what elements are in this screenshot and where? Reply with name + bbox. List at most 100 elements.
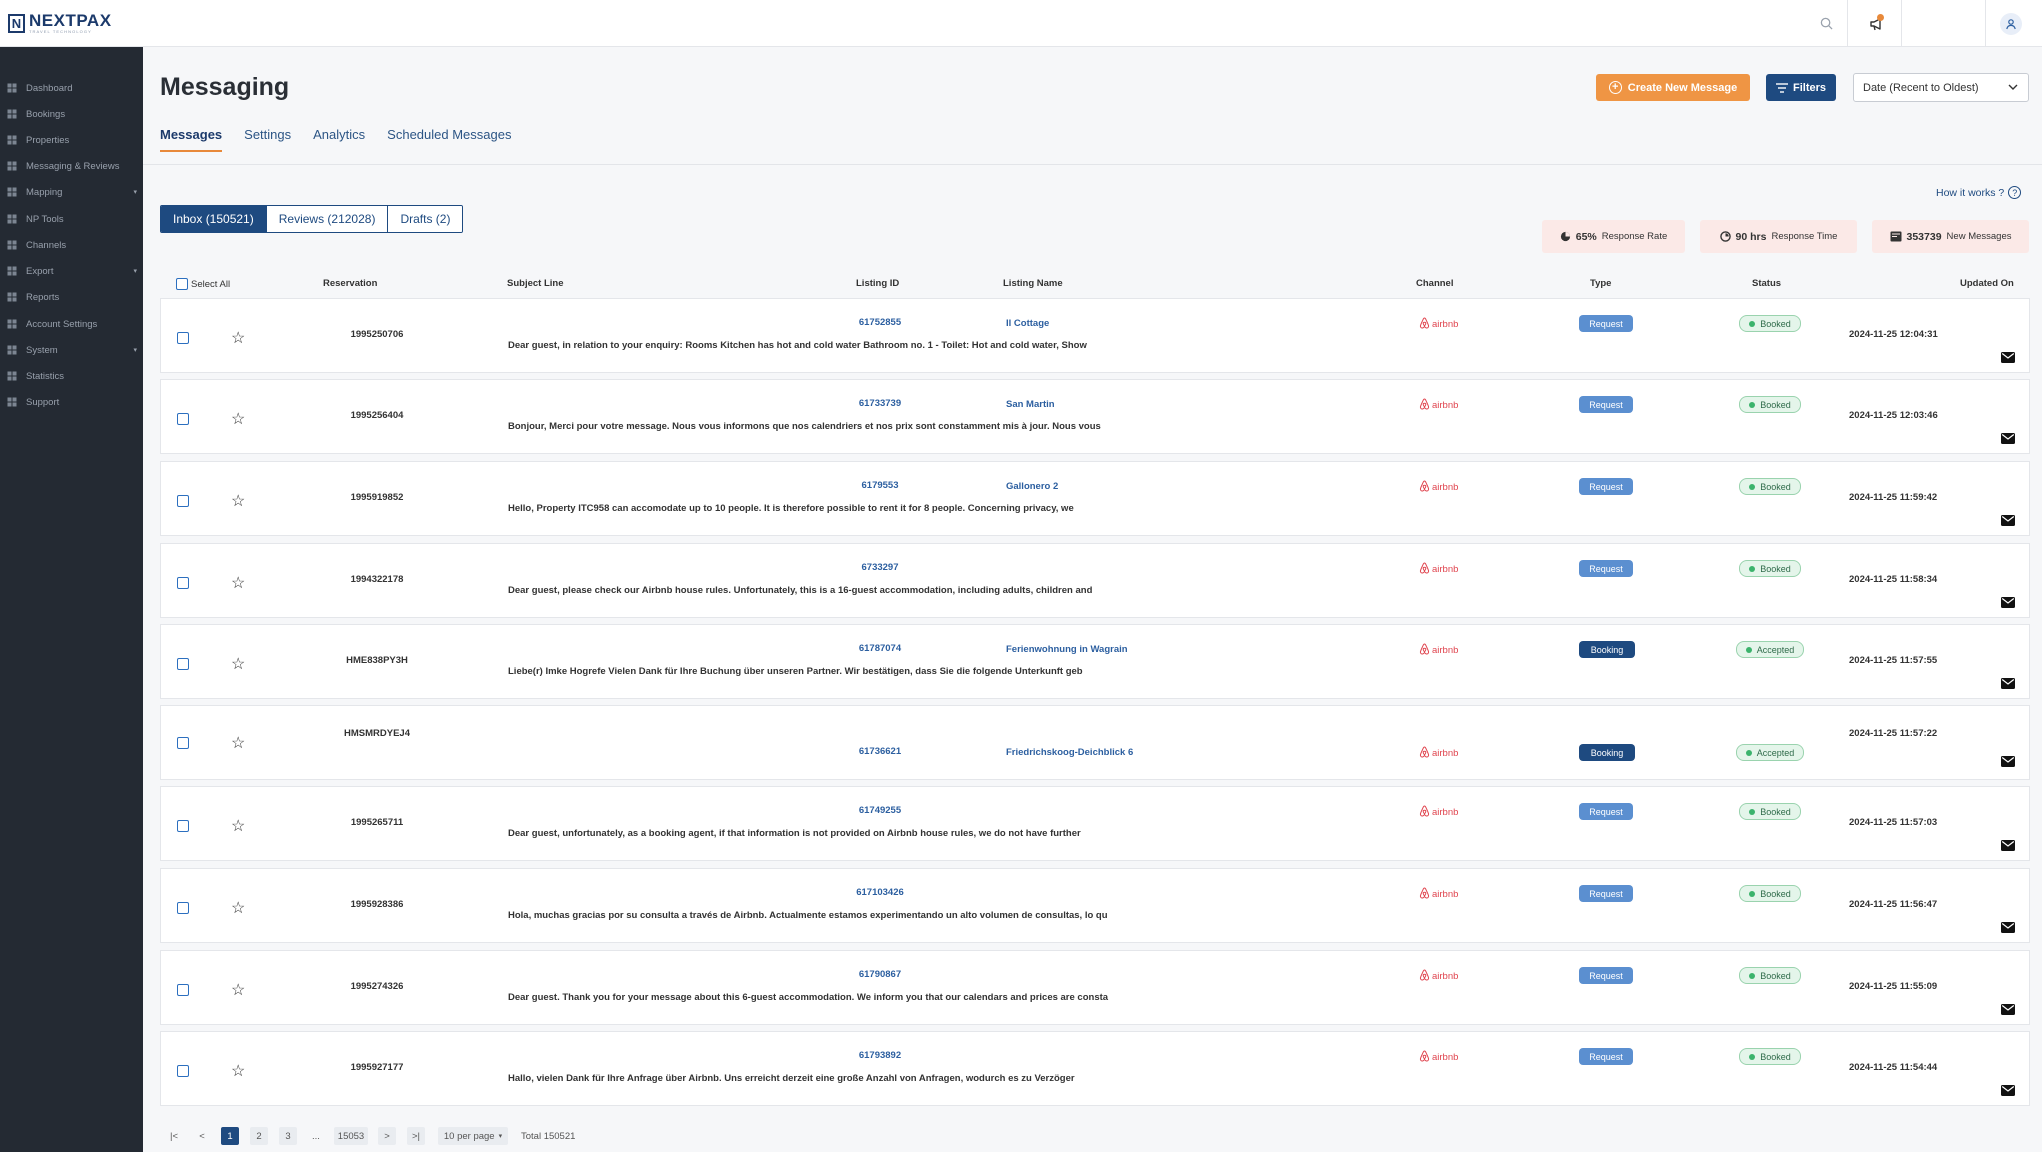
row-checkbox[interactable] — [177, 737, 189, 749]
header-listing-name[interactable]: Listing Name — [1003, 278, 1063, 289]
table-row[interactable]: ☆ 1994322178 6733297 Dear guest, please che… — [160, 543, 2030, 618]
next-page-button[interactable]: > — [378, 1127, 396, 1145]
page-2-button[interactable]: 2 — [250, 1127, 268, 1145]
star-icon[interactable]: ☆ — [231, 657, 245, 673]
header-status[interactable]: Status — [1752, 278, 1781, 289]
star-icon[interactable]: ☆ — [231, 331, 245, 347]
listing-id-link[interactable]: 617103426 — [850, 887, 910, 898]
per-page-select[interactable]: 10 per page ▾ — [438, 1127, 508, 1145]
row-checkbox[interactable] — [177, 984, 189, 996]
star-icon[interactable]: ☆ — [231, 819, 245, 835]
star-icon[interactable]: ☆ — [231, 494, 245, 510]
sidebar-item-export[interactable]: Export ▾ — [0, 260, 143, 282]
table-row[interactable]: ☆ 1995274326 61790867 Dear guest. Thank you… — [160, 950, 2030, 1025]
row-checkbox[interactable] — [177, 577, 189, 589]
header-updated-on[interactable]: Updated On — [1960, 278, 2014, 289]
page-1-button[interactable]: 1 — [221, 1127, 239, 1145]
listing-name-link[interactable]: Il Cottage — [1006, 318, 1049, 329]
subject-line[interactable]: Liebe(r) Imke Hogrefe Vielen Dank für Ih… — [508, 666, 1083, 677]
subject-line[interactable]: Hello, Property ITC958 can accomodate up… — [508, 503, 1074, 514]
tab-messages[interactable]: Messages — [160, 127, 223, 152]
megaphone-icon[interactable] — [1867, 0, 1887, 47]
reservation-id[interactable]: HMSMRDYEJ4 — [317, 728, 437, 739]
table-row[interactable]: ☆ 1995928386 617103426 Hola, muchas gracias… — [160, 868, 2030, 943]
subject-line[interactable]: Dear guest, please check our Airbnb hous… — [508, 585, 1092, 596]
user-menu[interactable] — [1999, 0, 2023, 47]
mail-icon[interactable] — [2001, 1002, 2015, 1020]
sort-select[interactable]: Date (Recent to Oldest) — [1853, 73, 2029, 102]
sidebar-item-system[interactable]: System ▾ — [0, 339, 143, 361]
prev-page-button[interactable]: < — [194, 1127, 210, 1145]
sidebar-item-messaging-reviews[interactable]: Messaging & Reviews — [0, 155, 143, 177]
listing-id-link[interactable]: 61790867 — [850, 969, 910, 980]
header-type[interactable]: Type — [1590, 278, 1611, 289]
reservation-id[interactable]: 1995928386 — [317, 899, 437, 910]
mail-icon[interactable] — [2001, 431, 2015, 449]
sidebar-item-channels[interactable]: Channels — [0, 234, 143, 256]
header-subject-line[interactable]: Subject Line — [507, 278, 563, 289]
mail-icon[interactable] — [2001, 350, 2015, 368]
table-row[interactable]: ☆ HMSMRDYEJ4 61736621 Friedrichskoog-Deichb… — [160, 705, 2030, 780]
row-checkbox[interactable] — [177, 495, 189, 507]
sidebar-item-mapping[interactable]: Mapping ▾ — [0, 181, 143, 203]
folder-inbox[interactable]: Inbox (150521) — [161, 206, 266, 232]
header-channel[interactable]: Channel — [1416, 278, 1453, 289]
listing-name-link[interactable]: San Martin — [1006, 399, 1055, 410]
table-row[interactable]: ☆ 1995256404 61733739 San Martin Bonjour, Me… — [160, 379, 2030, 454]
mail-icon[interactable] — [2001, 754, 2015, 772]
row-checkbox[interactable] — [177, 658, 189, 670]
sidebar-item-np-tools[interactable]: NP Tools — [0, 208, 143, 230]
row-checkbox[interactable] — [177, 902, 189, 914]
sidebar-item-statistics[interactable]: Statistics — [0, 365, 143, 387]
star-icon[interactable]: ☆ — [231, 736, 245, 752]
search-icon[interactable] — [1816, 0, 1836, 47]
sidebar-item-support[interactable]: Support — [0, 391, 143, 413]
how-it-works-link[interactable]: How it works ? ? — [1936, 186, 2022, 199]
listing-id-link[interactable]: 61736621 — [850, 746, 910, 757]
table-row[interactable]: ☆ 1995250706 61752855 Il Cottage Dear guest,… — [160, 298, 2030, 373]
mail-icon[interactable] — [2001, 1083, 2015, 1101]
table-row[interactable]: ☆ 1995265711 61749255 Dear guest, unfortuna… — [160, 786, 2030, 861]
reservation-id[interactable]: 1995265711 — [317, 817, 437, 828]
tab-scheduled-messages[interactable]: Scheduled Messages — [387, 127, 511, 152]
reservation-id[interactable]: 1995256404 — [317, 410, 437, 421]
listing-name-link[interactable]: Gallonero 2 — [1006, 481, 1058, 492]
table-row[interactable]: ☆ 1995927177 61793892 Hallo, vielen Dank fü… — [160, 1031, 2030, 1106]
subject-line[interactable]: Dear guest, in relation to your enquiry:… — [508, 340, 1087, 351]
listing-name-link[interactable]: Ferienwohnung in Wagrain — [1006, 644, 1128, 655]
listing-id-link[interactable]: 61733739 — [850, 398, 910, 409]
listing-name-link[interactable]: Friedrichskoog-Deichblick 6 — [1006, 747, 1133, 758]
star-icon[interactable]: ☆ — [231, 1064, 245, 1080]
row-checkbox[interactable] — [177, 332, 189, 344]
subject-line[interactable]: Hallo, vielen Dank für Ihre Anfrage über… — [508, 1073, 1075, 1084]
mail-icon[interactable] — [2001, 920, 2015, 938]
table-row[interactable]: ☆ 1995919852 6179553 Gallonero 2 Hello, Prop… — [160, 461, 2030, 536]
reservation-id[interactable]: 1995927177 — [317, 1062, 437, 1073]
listing-id-link[interactable]: 61752855 — [850, 317, 910, 328]
tab-analytics[interactable]: Analytics — [313, 127, 365, 152]
reservation-id[interactable]: 1995250706 — [317, 329, 437, 340]
reservation-id[interactable]: 1994322178 — [317, 574, 437, 585]
listing-id-link[interactable]: 6179553 — [850, 480, 910, 491]
logo[interactable]: N NEXTPAX TRAVEL TECHNOLOGY — [8, 12, 112, 34]
sidebar-item-reports[interactable]: Reports — [0, 286, 143, 308]
star-icon[interactable]: ☆ — [231, 576, 245, 592]
sidebar-item-dashboard[interactable]: Dashboard — [0, 77, 143, 99]
row-checkbox[interactable] — [177, 413, 189, 425]
mail-icon[interactable] — [2001, 676, 2015, 694]
listing-id-link[interactable]: 61749255 — [850, 805, 910, 816]
reservation-id[interactable]: 1995274326 — [317, 981, 437, 992]
sidebar-item-account-settings[interactable]: Account Settings — [0, 313, 143, 335]
select-all-checkbox[interactable] — [176, 278, 188, 290]
folder-reviews[interactable]: Reviews (212028) — [265, 206, 388, 232]
first-page-button[interactable]: |< — [166, 1127, 182, 1145]
subject-line[interactable]: Dear guest. Thank you for your message a… — [508, 992, 1108, 1003]
subject-line[interactable]: Dear guest, unfortunately, as a booking … — [508, 828, 1081, 839]
last-page-button[interactable]: >| — [407, 1127, 425, 1145]
subject-line[interactable]: Hola, muchas gracias por su consulta a t… — [508, 910, 1108, 921]
row-checkbox[interactable] — [177, 1065, 189, 1077]
star-icon[interactable]: ☆ — [231, 901, 245, 917]
tab-settings[interactable]: Settings — [244, 127, 291, 152]
filters-button[interactable]: Filters — [1766, 74, 1836, 101]
listing-id-link[interactable]: 6733297 — [850, 562, 910, 573]
